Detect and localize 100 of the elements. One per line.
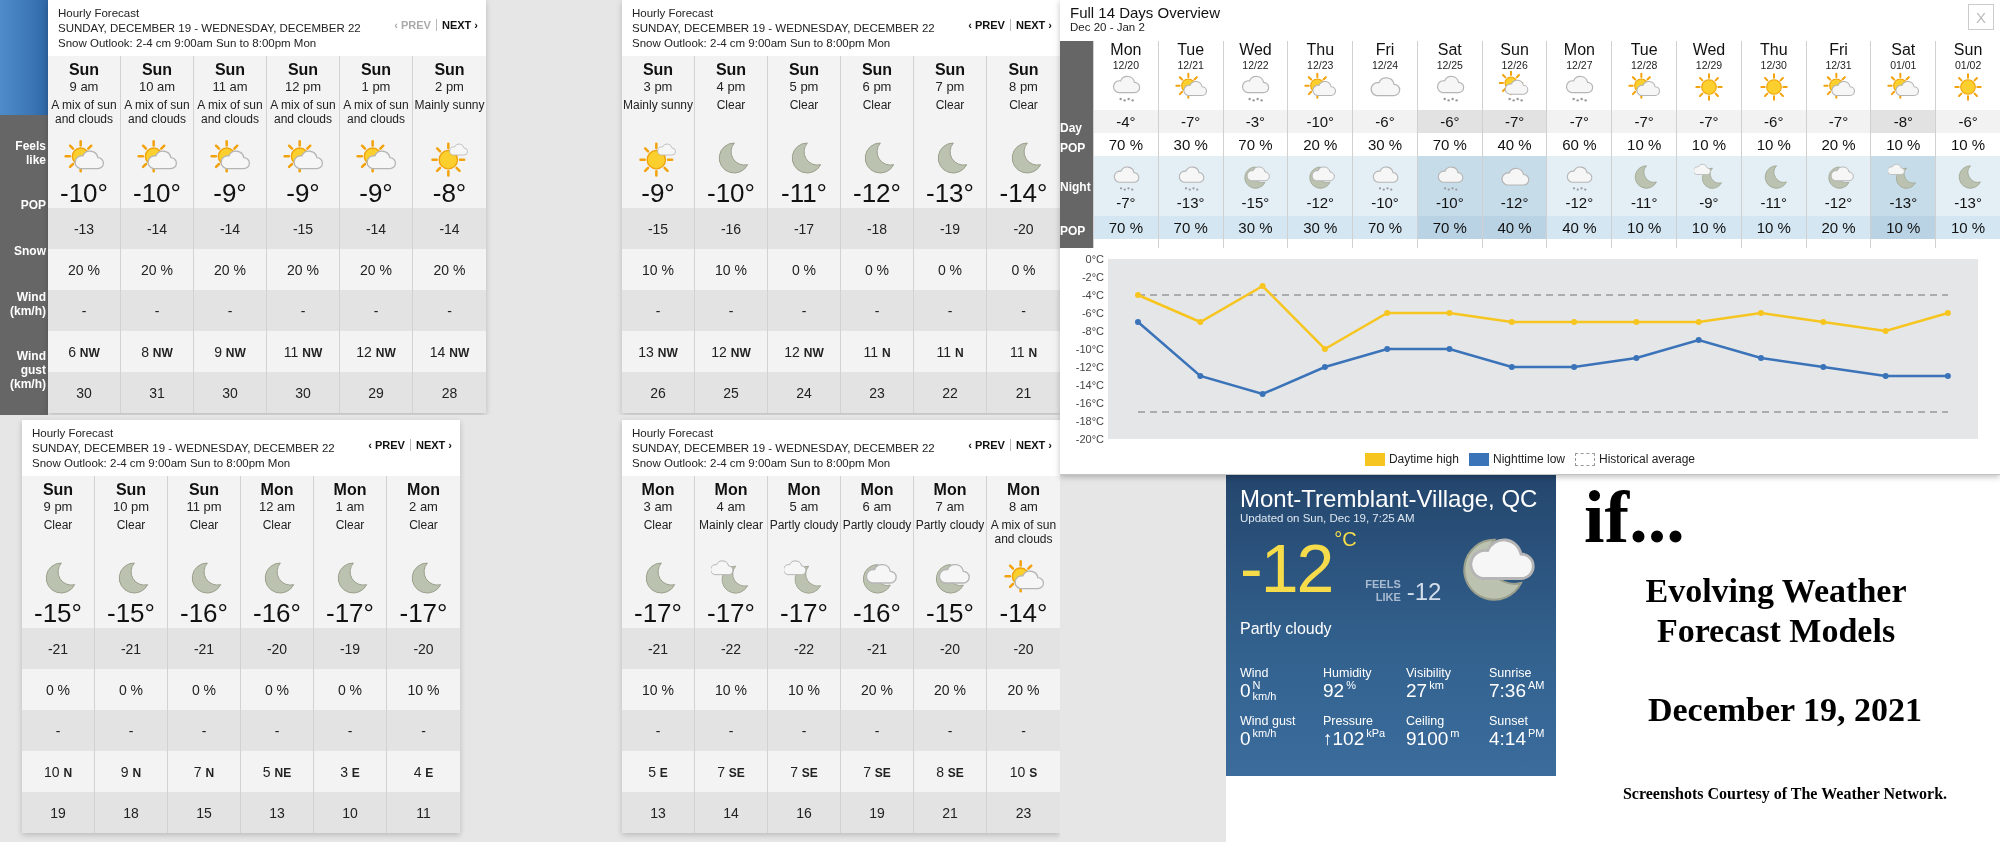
prev-link[interactable]: ‹ PREV xyxy=(368,439,405,451)
temperature: -15° xyxy=(926,598,974,628)
row-label: POP xyxy=(19,198,47,213)
temperature: -15° xyxy=(107,598,155,628)
data-point xyxy=(1384,310,1391,316)
legend-swatch xyxy=(1575,452,1595,466)
data-point xyxy=(1384,346,1391,352)
pop-cell: 0 % xyxy=(241,669,313,710)
condition-text: Partly cloudy xyxy=(915,518,985,534)
day-name: Wed xyxy=(1239,41,1272,59)
y-tick-label: -16°C xyxy=(1075,397,1104,409)
pop-cell: 20 % xyxy=(267,249,339,290)
wind-cell: 5 E xyxy=(622,751,694,792)
snow-cell: - xyxy=(914,710,986,751)
next-link[interactable]: NEXT › xyxy=(441,19,478,31)
snow-cell: - xyxy=(695,290,767,331)
feels-like-cell: -20 xyxy=(387,628,460,669)
day-date: 12/29 xyxy=(1695,59,1723,71)
condition-text: A mix of sun and clouds xyxy=(269,98,337,128)
feels-like-cell: -20 xyxy=(987,208,1060,249)
high-temp-cell: -6° xyxy=(1741,110,1806,133)
prev-link[interactable]: ‹ PREV xyxy=(968,439,1005,451)
low-temp: -10° xyxy=(1435,193,1464,211)
next-link[interactable]: NEXT › xyxy=(1015,19,1052,31)
hour-time: 7 am xyxy=(935,499,965,515)
wind-gust-cell: 28 xyxy=(413,372,486,413)
low-temp: -7° xyxy=(1116,193,1136,211)
temperature: -16° xyxy=(180,598,228,628)
low-temp: -11° xyxy=(1760,193,1788,211)
wind-cell: 8 SE xyxy=(914,751,986,792)
condition-text: Partly cloudy xyxy=(1240,620,1333,638)
snow-cell: - xyxy=(121,290,193,331)
data-point xyxy=(1944,373,1951,379)
wind-gust-cell: 22 xyxy=(914,372,986,413)
condition-text: Clear xyxy=(1009,98,1038,114)
wind-cell: 12 NW xyxy=(340,331,412,372)
day-name: Sun xyxy=(360,60,392,79)
day-name: Tue xyxy=(1177,41,1205,59)
snow-cell: - xyxy=(413,290,486,331)
day-date: 12/25 xyxy=(1436,59,1463,71)
next-link[interactable]: NEXT › xyxy=(415,439,452,451)
pop-cell: 0 % xyxy=(914,249,986,290)
panel-title: Hourly Forecast xyxy=(32,425,115,441)
high-temp-cell: -6° xyxy=(1936,110,2000,133)
condition-text: Clear xyxy=(43,518,73,534)
snow-cell: - xyxy=(768,710,840,751)
snow-cell: - xyxy=(314,710,386,751)
low-temp: -12° xyxy=(1500,193,1529,211)
temperature: -17° xyxy=(780,598,828,628)
wind-cell: 8 NW xyxy=(121,331,193,372)
low-temp: -12° xyxy=(1824,193,1853,211)
wind-gust-cell: 18 xyxy=(95,792,167,833)
hour-time: 6 am xyxy=(862,499,892,515)
feels-like-cell: -20 xyxy=(987,628,1060,669)
snow-cell: - xyxy=(194,290,266,331)
high-temp-cell: -7° xyxy=(1677,110,1741,133)
wind-gust-cell: 26 xyxy=(622,372,694,413)
wind-cell: 14 NW xyxy=(413,331,486,372)
wind-gust-cell: 31 xyxy=(121,372,193,413)
high-temp-cell: -8° xyxy=(1871,110,1936,133)
pop-cell: 20 % xyxy=(987,669,1060,710)
snow-outlook: Snow Outlook: 2-4 cm 9:00am Sun to 8:00pm Mon xyxy=(58,35,318,51)
day-name: Sun xyxy=(42,480,74,499)
wind-gust-cell: 13 xyxy=(622,792,694,833)
temperature: -17° xyxy=(326,598,374,628)
day-name: Mon xyxy=(1110,41,1142,59)
wind-cell: 4 E xyxy=(387,751,460,792)
day-name: Sun xyxy=(434,60,465,79)
y-tick-label: -20°C xyxy=(1075,433,1104,445)
feels-like-cell: -16 xyxy=(695,208,767,249)
data-point xyxy=(1820,319,1827,325)
next-link[interactable]: NEXT › xyxy=(1015,439,1052,451)
feels-like-cell: -21 xyxy=(168,628,240,669)
y-tick-label: -2°C xyxy=(1081,271,1104,283)
day-name: Sun xyxy=(214,60,246,79)
data-point xyxy=(1882,373,1889,379)
condition-text: Clear xyxy=(716,98,746,114)
day-name: Fri xyxy=(1375,41,1395,59)
temperature: -16° xyxy=(853,598,901,628)
data-point xyxy=(1197,319,1204,325)
stat-label: Wind gust xyxy=(1240,714,1297,728)
wind-cell: 12 NW xyxy=(695,331,767,372)
feels-like-label: FEELS LIKE xyxy=(1364,578,1401,604)
temperature-unit: °C xyxy=(1334,528,1357,551)
prev-link[interactable]: ‹ PREV xyxy=(968,19,1005,31)
pop-cell: 20 % xyxy=(121,249,193,290)
condition-text: Clear xyxy=(862,98,892,114)
condition-text: Mainly sunny xyxy=(414,98,485,114)
wind-gust-cell: 30 xyxy=(194,372,266,413)
feels-like-cell: -14 xyxy=(121,208,193,249)
temperature: -14° xyxy=(999,598,1048,628)
low-temp: -11° xyxy=(1630,193,1658,211)
wind-cell: 11 NW xyxy=(267,331,339,372)
low-temp: -13° xyxy=(1889,193,1918,211)
wind-cell: 7 SE xyxy=(768,751,840,792)
pop-cell: 20 % xyxy=(48,249,120,290)
day-name: Sun xyxy=(115,480,147,499)
feels-like-cell: -18 xyxy=(841,208,913,249)
high-temp-cell: -4° xyxy=(1094,110,1158,133)
day-name: Sun xyxy=(1008,60,1039,79)
